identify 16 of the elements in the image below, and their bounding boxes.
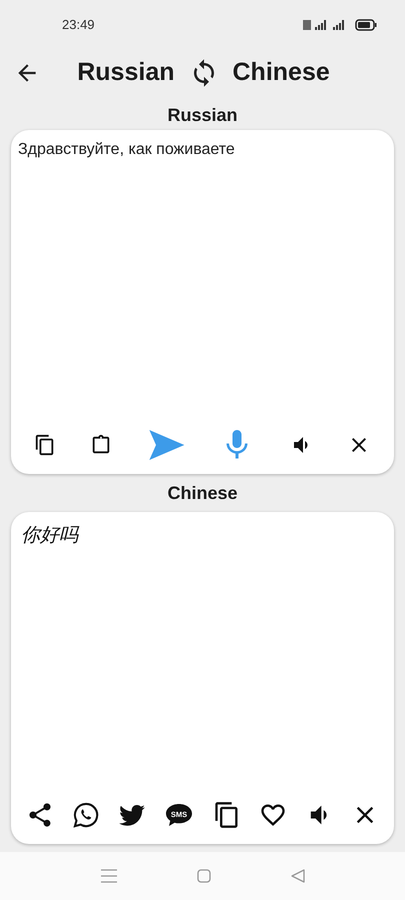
phone-bubble-icon [72, 801, 100, 829]
back-icon[interactable] [290, 869, 304, 883]
input-text[interactable]: Здравствуйте, как поживаете [11, 130, 394, 416]
home-icon[interactable] [196, 869, 210, 883]
status-time: 23:49 [62, 16, 95, 34]
translated-text: 你好吗 [20, 524, 80, 548]
battery-icon [355, 19, 377, 31]
target-language[interactable]: Chinese [232, 54, 330, 92]
signal-icon [303, 19, 347, 31]
input-language-label: Russian [167, 105, 238, 125]
source-language[interactable]: Russian [77, 54, 174, 92]
copy-icon [34, 434, 56, 456]
output-language-label: Chinese [167, 483, 238, 503]
menu-icon[interactable] [100, 869, 116, 883]
copy-button[interactable] [34, 434, 56, 456]
chat-share-button[interactable] [72, 801, 100, 829]
